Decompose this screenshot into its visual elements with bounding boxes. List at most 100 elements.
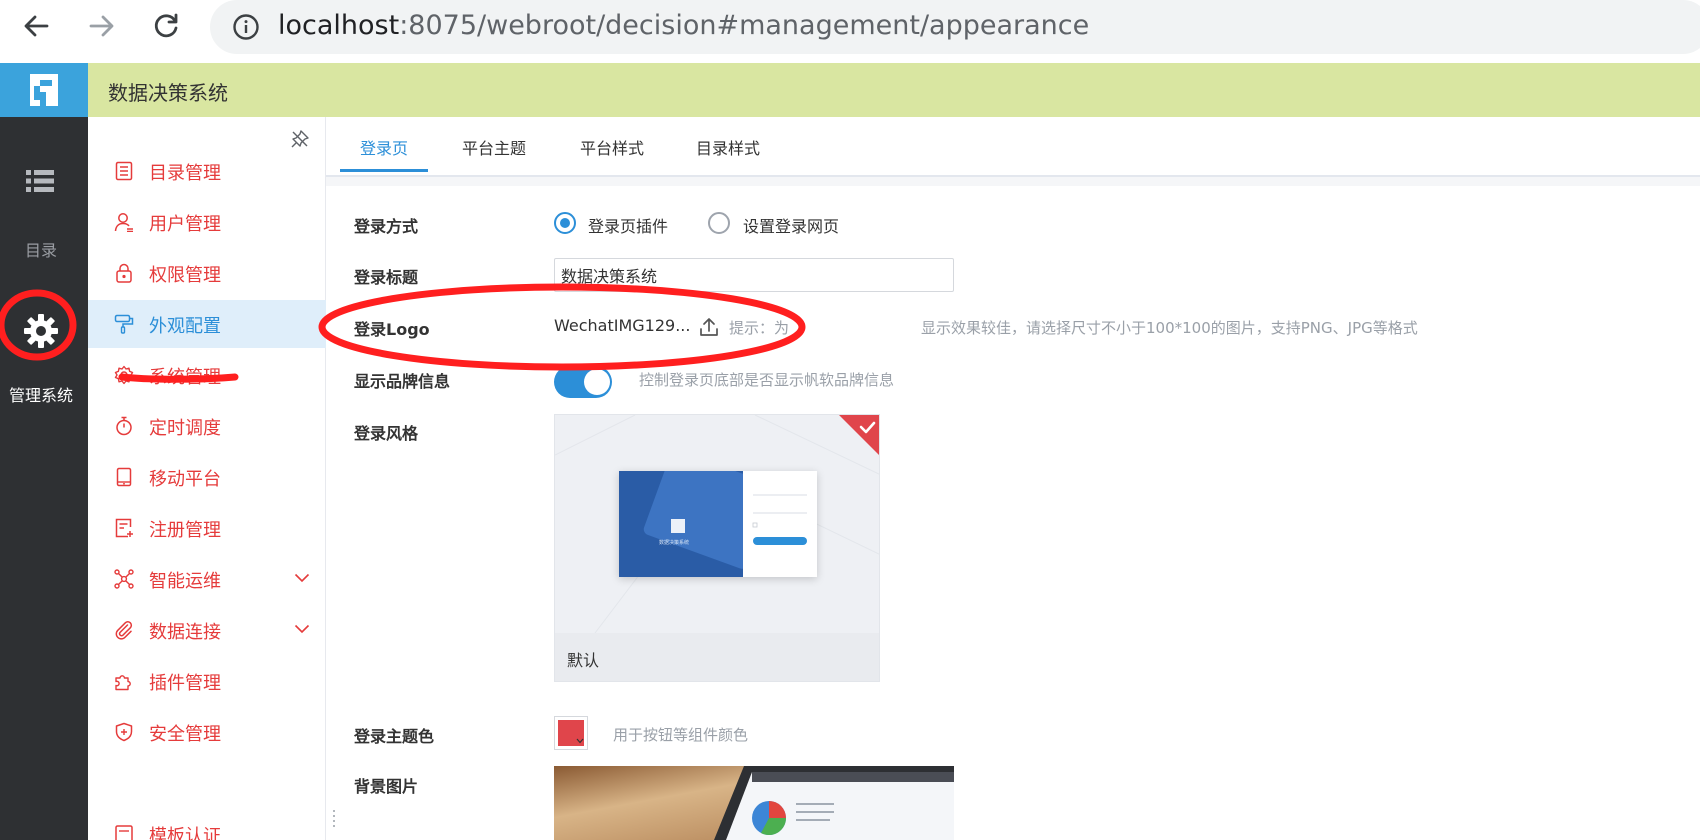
user-icon (114, 213, 133, 232)
gear-icon (114, 365, 134, 385)
screen: localhost:8075/webroot/decision#manageme… (0, 0, 1700, 840)
tab-platform-theme[interactable]: 平台主题 (462, 135, 526, 159)
sidebar-item-catalog[interactable]: 目录管理 (88, 147, 326, 195)
theme-color-picker[interactable] (554, 716, 588, 750)
theme-color-label: 登录主题色 (354, 727, 435, 746)
sidebar-item-label: 插件管理 (149, 673, 221, 694)
upload-icon[interactable] (698, 316, 720, 338)
toggle-knob (584, 369, 610, 395)
sidebar-item-label: 模板认证 (149, 826, 221, 840)
shield-icon (115, 722, 133, 742)
paint-roller-icon (114, 314, 134, 334)
catalog-list-icon[interactable] (26, 169, 54, 193)
splitter-handle[interactable] (330, 808, 338, 828)
sidebar-item-label: 注册管理 (149, 520, 221, 541)
login-preview-image: 数据决策系统 (619, 449, 817, 577)
address-bar[interactable]: localhost:8075/webroot/decision#manageme… (210, 0, 1700, 54)
preview-caption: 数据决策系统 (659, 540, 690, 546)
lock-icon (116, 263, 132, 283)
brand-info-label: 显示品牌信息 (354, 372, 451, 391)
reload-button[interactable] (148, 8, 184, 44)
login-logo-label: 登录Logo (354, 320, 430, 339)
tab-login-page[interactable]: 登录页 (360, 135, 408, 159)
stopwatch-icon (116, 416, 132, 436)
appearance-tabs: 登录页 平台主题 平台样式 目录样式 (326, 117, 1700, 177)
sidebar-item-label: 移动平台 (149, 469, 221, 490)
sidebar-item-registration[interactable]: 注册管理 (88, 504, 326, 552)
sidebar-item-label: 智能运维 (149, 571, 221, 592)
app-header: 数据决策系统 (88, 63, 1700, 117)
fanruan-logo-icon (30, 74, 58, 106)
card-footer: 默认 (555, 633, 879, 681)
register-icon (115, 518, 133, 538)
module-rail: 目录 管理系统 (0, 117, 88, 840)
radio-login-webpage-label[interactable]: 设置登录网页 (743, 213, 839, 237)
forward-button[interactable] (84, 8, 120, 44)
sidebar-item-appearance[interactable]: 外观配置 (88, 300, 326, 348)
gear-icon[interactable] (18, 308, 64, 354)
network-icon (114, 569, 134, 589)
paperclip-icon (115, 621, 133, 640)
logo-hint-prefix: 提示：为 (729, 317, 789, 338)
sidebar-item-plugins[interactable]: 插件管理 (88, 657, 326, 705)
sidebar-item-ops[interactable]: 智能运维 (88, 555, 326, 603)
preview-login-form (752, 494, 807, 545)
sidebar-item-data-connection[interactable]: 数据连接 (88, 606, 326, 654)
sidebar-item-permissions[interactable]: 权限管理 (88, 249, 326, 297)
arrow-left-icon (24, 15, 49, 37)
sidebar-item-label: 安全管理 (149, 724, 221, 745)
sidebar-item-label: 目录管理 (149, 163, 221, 184)
arrow-right-icon (89, 15, 114, 37)
sidebar-item-label: 权限管理 (149, 265, 221, 286)
radio-login-plugin[interactable] (554, 212, 576, 234)
radio-login-webpage[interactable] (708, 212, 730, 234)
sidebar-item-system[interactable]: 系统管理 (88, 351, 326, 399)
login-style-card-default[interactable]: 数据决策系统 默认 (554, 414, 880, 682)
reload-icon (154, 13, 178, 38)
template-icon (115, 825, 133, 840)
sidebar-item-label: 外观配置 (149, 316, 221, 337)
sidebar-item-label: 定时调度 (149, 418, 221, 439)
brand-info-toggle[interactable] (554, 366, 612, 398)
sidebar-item-label: 用户管理 (149, 214, 221, 235)
list-icon (115, 161, 133, 181)
theme-color-hint: 用于按钮等组件颜色 (613, 726, 749, 744)
login-title-input[interactable] (554, 258, 954, 292)
browser-toolbar: localhost:8075/webroot/decision#manageme… (0, 0, 1700, 60)
sidebar-item-users[interactable]: 用户管理 (88, 198, 326, 246)
url-text[interactable]: localhost:8075/webroot/decision#manageme… (278, 8, 1089, 44)
login-page-form: 登录方式 登录页插件 设置登录网页 登录标题 登录Logo WechatIMG1… (340, 186, 1700, 840)
sidebar-item-mobile[interactable]: 移动平台 (88, 453, 326, 501)
sidebar-item-template[interactable]: 模板认证 (88, 810, 326, 840)
login-method-label: 登录方式 (354, 217, 419, 236)
logo-hint-prefix-tail: 为 (774, 319, 790, 337)
app-logo[interactable] (0, 63, 88, 117)
preview-tablet-graphic (643, 449, 775, 569)
sidebar-item-scheduling[interactable]: 定时调度 (88, 402, 326, 450)
radio-login-plugin-label[interactable]: 登录页插件 (588, 213, 668, 237)
rail-catalog-label[interactable]: 目录 (0, 237, 82, 261)
active-tab-indicator (340, 169, 428, 172)
color-dropdown-icon (576, 738, 584, 744)
tab-platform-style[interactable]: 平台样式 (580, 135, 644, 159)
puzzle-icon (115, 675, 131, 691)
sidebar-item-label: 系统管理 (149, 367, 221, 388)
sidebar-item-security[interactable]: 安全管理 (88, 708, 326, 756)
sidebar-item-label: 数据连接 (149, 622, 221, 643)
chevron-down-icon[interactable] (294, 624, 310, 634)
logo-file-name: WechatIMG129... (554, 316, 691, 335)
background-image-thumbnail[interactable] (554, 766, 954, 840)
logo-hint-label: 提示： (729, 319, 775, 337)
back-button[interactable] (18, 8, 54, 44)
app-title: 数据决策系统 (108, 81, 228, 105)
pin-icon[interactable] (290, 129, 310, 149)
logo-hint: 显示效果较佳，请选择尺寸不小于100*100的图片，支持PNG、JPG等格式 (921, 319, 1418, 337)
background-photo (554, 766, 954, 840)
chevron-down-icon[interactable] (294, 573, 310, 583)
url-host: localhost (278, 10, 400, 41)
rail-manage-label[interactable]: 管理系统 (0, 382, 82, 406)
selected-check-icon (839, 415, 879, 455)
management-sidebar: 目录管理 用户管理 权限管理 外观配置 系统管理 定时调度 移动平台 注册管理 (88, 117, 326, 840)
info-icon[interactable] (232, 13, 260, 41)
tab-catalog-style[interactable]: 目录样式 (696, 135, 760, 159)
